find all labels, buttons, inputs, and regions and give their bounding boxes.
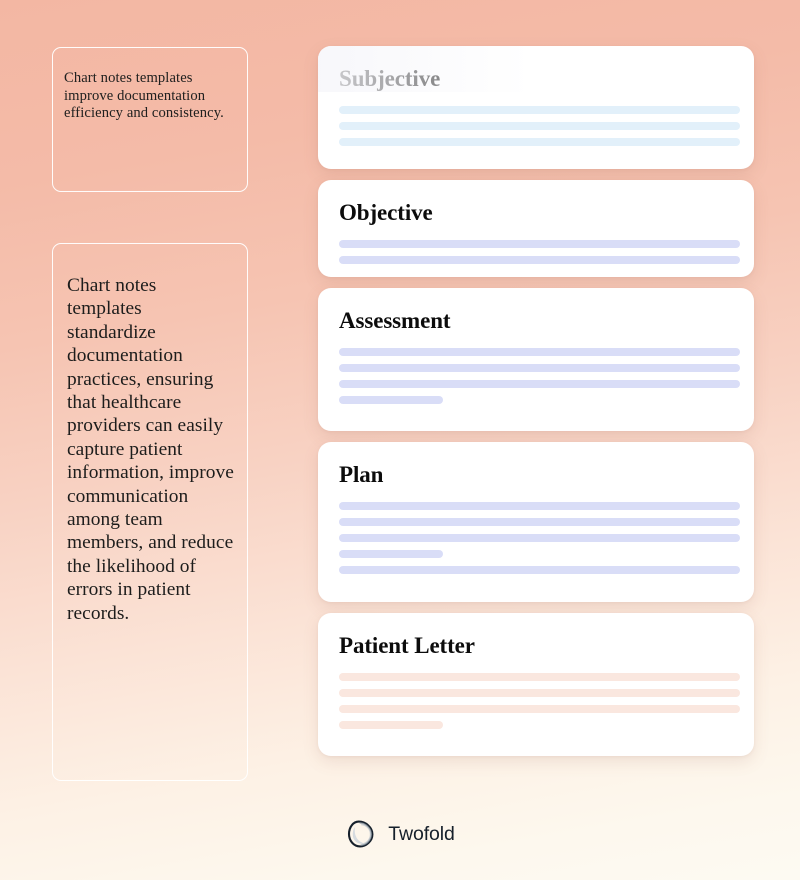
note-title-objective: Objective [339, 200, 433, 225]
note-card-patient-letter[interactable]: Patient Letter [318, 613, 754, 756]
placeholder-bar [339, 518, 740, 526]
note-body-placeholder-objective [339, 240, 740, 264]
placeholder-bar [339, 705, 740, 713]
note-title-assessment: Assessment [339, 308, 451, 333]
page-canvas: Chart notes templates improve documentat… [0, 0, 800, 880]
note-sections-list: Subjective Objective Assessment Plan Pat… [318, 46, 754, 767]
placeholder-bar [339, 256, 740, 264]
placeholder-bar [339, 380, 740, 388]
note-card-assessment[interactable]: Assessment [318, 288, 754, 431]
note-body-placeholder-plan [339, 502, 740, 574]
twofold-mark-icon [345, 818, 377, 850]
summary-card-long: Chart notes templates standardize docume… [52, 243, 248, 781]
brand-name: Twofold [388, 822, 455, 845]
placeholder-bar [339, 673, 740, 681]
summary-card-short: Chart notes templates improve documentat… [52, 47, 248, 192]
note-card-subjective[interactable]: Subjective [318, 46, 754, 169]
placeholder-bar [339, 240, 740, 248]
footer-brand: Twofold [0, 818, 800, 850]
note-card-plan[interactable]: Plan [318, 442, 754, 602]
note-title-plan: Plan [339, 462, 384, 487]
note-body-placeholder-subjective [339, 106, 740, 146]
placeholder-bar [339, 122, 740, 130]
placeholder-bar [339, 566, 740, 574]
note-body-placeholder-assessment [339, 348, 740, 404]
note-title-patient-letter: Patient Letter [339, 633, 475, 658]
placeholder-bar [339, 106, 740, 114]
placeholder-bar [339, 348, 740, 356]
placeholder-bar [339, 689, 740, 697]
note-title-subjective: Subjective [339, 66, 441, 91]
placeholder-bar [339, 138, 740, 146]
placeholder-bar [339, 364, 740, 372]
placeholder-bar [339, 550, 444, 558]
note-card-objective[interactable]: Objective [318, 180, 754, 277]
placeholder-bar [339, 502, 740, 510]
summary-long-text: Chart notes templates standardize docume… [67, 275, 234, 624]
summary-short-text: Chart notes templates improve documentat… [64, 70, 224, 122]
placeholder-bar [339, 721, 444, 729]
note-body-placeholder-patient-letter [339, 673, 740, 729]
placeholder-bar [339, 534, 740, 542]
placeholder-bar [339, 396, 444, 404]
